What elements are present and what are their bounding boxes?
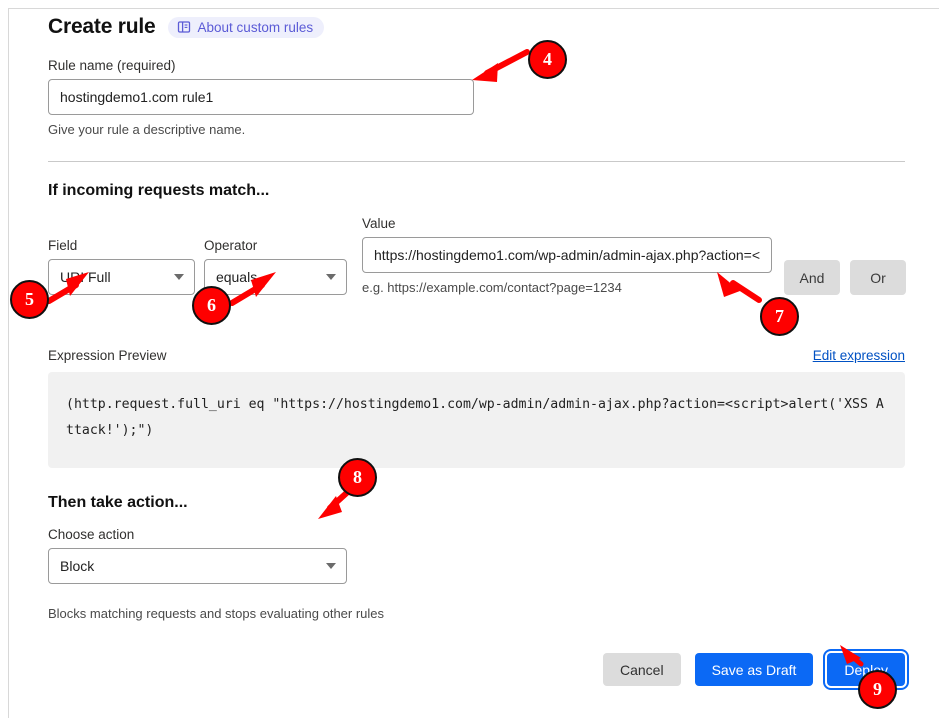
- chevron-down-icon: [173, 274, 184, 280]
- chevron-down-icon: [326, 563, 336, 569]
- form-footer: Cancel Save as Draft Deploy: [48, 649, 909, 690]
- operator-label: Operator: [203, 238, 258, 253]
- action-select-value: Block: [60, 558, 95, 574]
- value-help: e.g. https://example.com/contact?page=12…: [362, 280, 622, 295]
- match-condition-row: Field URI Full Operator equals Value htt…: [48, 216, 906, 295]
- field-select-value: URI Full: [60, 269, 111, 285]
- rule-name-help: Give your rule a descriptive name.: [48, 122, 246, 137]
- field-column: Field URI Full: [48, 238, 195, 295]
- and-button[interactable]: And: [784, 260, 840, 295]
- chevron-down-icon: [326, 274, 336, 280]
- operator-select[interactable]: equals: [203, 259, 347, 295]
- page-title: Create rule: [48, 15, 156, 38]
- match-section-title: If incoming requests match...: [48, 182, 270, 199]
- value-label: Value: [362, 216, 396, 231]
- about-custom-rules-label: About custom rules: [197, 19, 314, 35]
- rule-name-block: Rule name (required) hostingdemo1.com ru…: [48, 58, 906, 137]
- rule-name-input[interactable]: hostingdemo1.com rule1: [48, 79, 474, 115]
- field-label: Field: [48, 238, 78, 253]
- expression-preview-text: (http.request.full_uri eq "https://hosti…: [48, 372, 905, 468]
- expression-preview-header: Expression Preview Edit expression: [48, 348, 905, 363]
- value-input[interactable]: https://hostingdemo1.com/wp-admin/admin-…: [362, 237, 772, 273]
- or-button[interactable]: Or: [850, 260, 906, 295]
- operator-column: Operator equals: [203, 238, 347, 295]
- section-divider: [48, 161, 905, 162]
- cancel-button[interactable]: Cancel: [602, 653, 681, 686]
- expression-preview-label: Expression Preview: [48, 348, 167, 363]
- about-custom-rules-link[interactable]: About custom rules: [167, 16, 325, 38]
- value-column: Value https://hostingdemo1.com/wp-admin/…: [362, 216, 772, 295]
- edit-expression-link[interactable]: Edit expression: [813, 348, 905, 363]
- operator-select-value: equals: [215, 269, 258, 285]
- action-section-title: Then take action...: [48, 494, 188, 511]
- page-header: Create rule About custom rules: [48, 0, 906, 44]
- save-as-draft-button[interactable]: Save as Draft: [694, 653, 814, 686]
- field-select[interactable]: URI Full: [48, 259, 195, 295]
- create-rule-form: Create rule About custom rules Rule name…: [48, 0, 909, 690]
- action-select[interactable]: Block: [48, 548, 347, 584]
- choose-action-label: Choose action: [48, 527, 135, 542]
- book-icon: [177, 20, 191, 34]
- action-help-text: Blocks matching requests and stops evalu…: [48, 606, 385, 621]
- rule-name-label: Rule name (required): [48, 58, 176, 73]
- deploy-button[interactable]: Deploy: [823, 649, 909, 690]
